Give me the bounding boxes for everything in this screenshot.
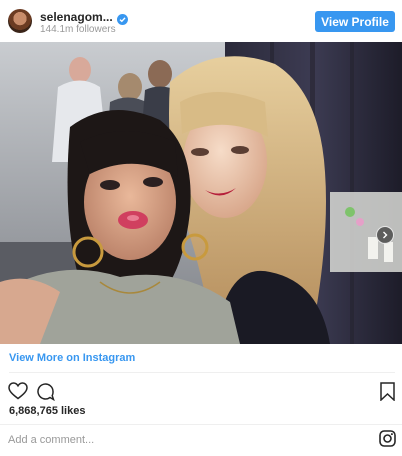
- chevron-right-icon: [381, 231, 389, 239]
- carousel-next-button[interactable]: [376, 226, 394, 244]
- follower-count: 144.1m followers: [40, 24, 116, 35]
- username-row: selenagom...: [40, 10, 128, 25]
- post-photo[interactable]: [0, 42, 402, 344]
- view-more-link[interactable]: View More on Instagram: [9, 352, 135, 364]
- post-header: selenagom... 144.1m followers View Profi…: [0, 0, 402, 42]
- bookmark-icon[interactable]: [380, 382, 395, 402]
- comment-icon[interactable]: [36, 382, 55, 402]
- heart-icon[interactable]: [8, 382, 28, 400]
- instagram-icon[interactable]: [379, 430, 396, 447]
- username[interactable]: selenagom...: [40, 10, 113, 24]
- like-count[interactable]: 6,868,765 likes: [9, 405, 85, 417]
- view-profile-button[interactable]: View Profile: [315, 11, 395, 32]
- divider: [0, 424, 402, 425]
- instagram-embed-card: selenagom... 144.1m followers View Profi…: [0, 0, 402, 456]
- divider: [9, 372, 395, 373]
- verified-badge-icon: [116, 12, 128, 25]
- avatar[interactable]: [8, 9, 32, 33]
- comment-input[interactable]: [8, 432, 308, 448]
